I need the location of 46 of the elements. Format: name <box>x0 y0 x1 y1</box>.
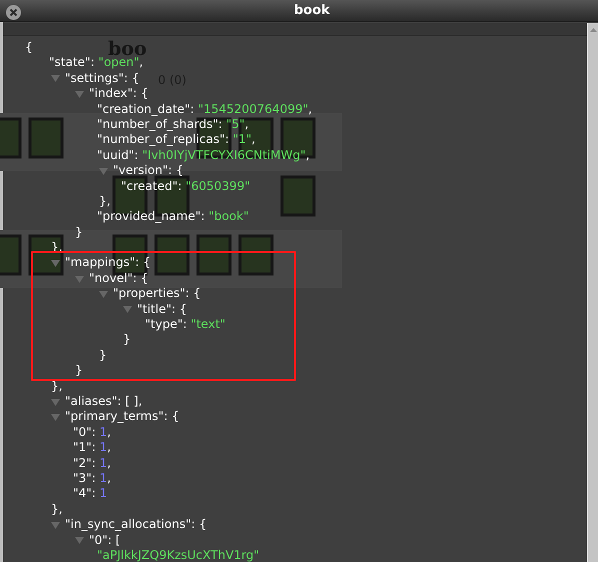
expand-toggle[interactable] <box>99 166 108 175</box>
json-line: "version": { <box>113 163 184 179</box>
expand-toggle[interactable] <box>75 536 84 544</box>
json-line: } <box>75 224 83 240</box>
json-line: "3": 1, <box>73 470 111 486</box>
close-icon <box>9 8 18 17</box>
json-line: "mappings": { <box>65 255 151 271</box>
json-line: "provided_name": "book" <box>97 209 249 225</box>
expand-toggle[interactable] <box>123 305 132 314</box>
expand-toggle[interactable] <box>75 90 84 98</box>
json-line: "4": 1 <box>73 486 108 502</box>
expand-toggle[interactable] <box>51 413 60 422</box>
json-line: "number_of_shards": "5", <box>97 116 249 132</box>
dialog-title: book <box>294 3 330 19</box>
json-line: "creation_date": "1545200764099", <box>97 102 312 117</box>
expand-toggle[interactable] <box>75 274 84 283</box>
json-line: } <box>99 348 107 364</box>
scrollbar[interactable] <box>587 23 598 562</box>
json-line: "type": "text" <box>145 317 226 332</box>
json-line: "uuid": "Ivh0IYjVTFCYXI6CNtiMWg", <box>97 148 310 164</box>
json-line: "aPJlkkJZQ9KzsUcXThV1rg" <box>97 548 260 562</box>
json-line: "index": { <box>89 86 148 102</box>
json-line: "properties": { <box>113 286 201 302</box>
json-line: }, <box>99 194 110 210</box>
json-line: "0": [ <box>89 532 120 548</box>
json-line: "settings": { <box>65 70 140 86</box>
json-line: "in_sync_allocations": { <box>65 517 207 533</box>
scroll-up-icon[interactable] <box>590 28 597 32</box>
expand-toggle[interactable] <box>51 74 60 82</box>
json-line: { <box>25 40 33 56</box>
json-line: } <box>75 363 83 379</box>
json-line: "1": 1, <box>73 440 111 456</box>
json-line: "created": "6050399" <box>121 178 250 194</box>
json-line: } <box>123 332 131 348</box>
json-line: "novel": { <box>89 270 148 286</box>
json-line: "aliases": [ ], <box>65 394 142 410</box>
expand-toggle[interactable] <box>51 398 60 406</box>
json-line: "primary_terms": { <box>65 409 180 425</box>
expand-toggle[interactable] <box>51 259 60 268</box>
json-line: "number_of_replicas": "1", <box>97 132 256 148</box>
json-line: }, <box>51 378 62 394</box>
expand-toggle[interactable] <box>51 520 60 529</box>
json-line: }, <box>51 502 62 518</box>
json-line: "title": { <box>137 302 187 318</box>
json-line: "0": 1, <box>73 424 111 440</box>
json-line: "2": 1, <box>73 456 111 471</box>
